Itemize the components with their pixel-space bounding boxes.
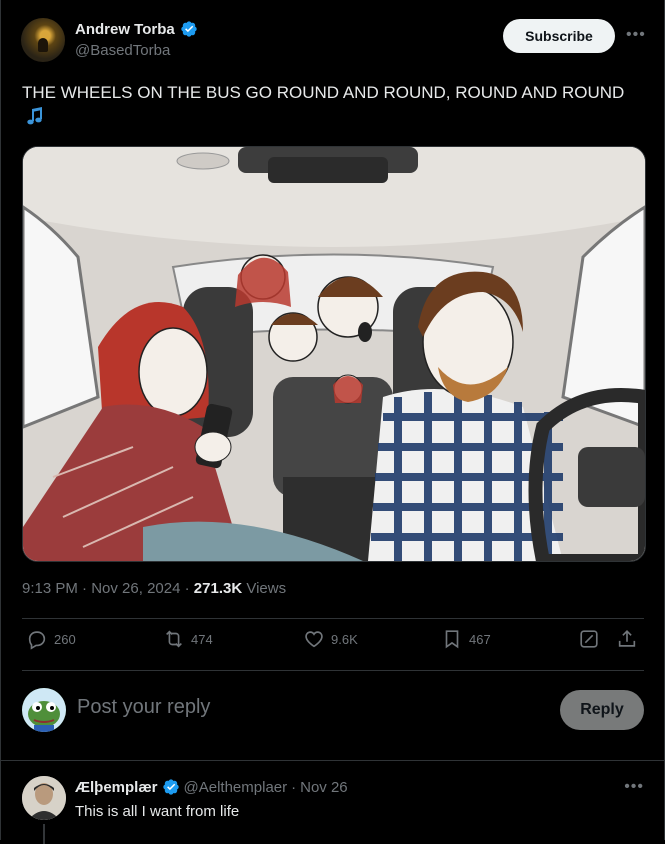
frog-avatar-icon (22, 688, 66, 732)
share-action[interactable] (616, 628, 638, 650)
bookmark-count: 467 (469, 631, 491, 647)
reply-count: 260 (54, 631, 76, 647)
reply-composer: Post your reply Reply (22, 688, 644, 734)
comment-date[interactable]: Nov 26 (300, 779, 348, 796)
divider (22, 670, 644, 671)
comment-text: This is all I want from life (75, 803, 240, 820)
more-icon[interactable]: ••• (626, 26, 646, 44)
author-display-name[interactable]: Andrew Torba (75, 21, 175, 38)
post-date[interactable]: Nov 26, 2024 (91, 580, 180, 597)
like-action[interactable]: 9.6K (303, 628, 358, 650)
commenter-avatar[interactable] (22, 776, 66, 820)
family-car-meme-image (23, 147, 645, 561)
commenter-handle[interactable]: @Aelthemplaer (184, 779, 288, 796)
author-avatar[interactable] (21, 18, 65, 62)
more-icon[interactable]: ••• (624, 778, 644, 796)
like-count: 9.6K (331, 631, 358, 647)
repost-action[interactable]: 474 (163, 628, 213, 650)
meta-separator: · (82, 580, 88, 597)
grok-icon (580, 630, 598, 648)
reply-icon (28, 631, 46, 650)
person-avatar-icon (22, 776, 66, 820)
meta-separator: · (184, 580, 190, 597)
divider (1, 760, 664, 761)
thread-line (43, 824, 45, 844)
subscribe-button[interactable]: Subscribe (503, 19, 615, 53)
verified-badge-icon (162, 779, 179, 795)
post-header: Andrew Torba @BasedTorba Subscribe ••• (21, 18, 646, 68)
post-actions: 260 474 9.6K 467 (22, 628, 644, 660)
share-icon (618, 630, 636, 647)
reply-post[interactable]: Ælþemplær @Aelthemplaer · Nov 26 This is… (22, 776, 644, 844)
views-count: 271.3K (193, 580, 243, 597)
repost-count: 474 (191, 631, 213, 647)
grok-action[interactable] (578, 628, 600, 650)
post-text-content: THE WHEELS ON THE BUS GO ROUND AND ROUND… (22, 83, 625, 102)
meta-separator: · (291, 778, 297, 796)
repost-icon (166, 630, 182, 648)
reply-button[interactable]: Reply (560, 690, 644, 730)
music-notes-icon (27, 107, 42, 125)
post-image[interactable] (22, 146, 646, 562)
post-meta: 9:13 PM · Nov 26, 2024 · 271.3K Views (22, 580, 286, 597)
verified-badge-icon (181, 21, 197, 37)
reply-input[interactable]: Post your reply (77, 696, 210, 719)
post-text: THE WHEELS ON THE BUS GO ROUND AND ROUND… (22, 80, 632, 132)
bookmark-action[interactable]: 467 (441, 628, 491, 650)
bookmark-icon (445, 630, 459, 649)
user-avatar[interactable] (22, 688, 66, 732)
reply-action[interactable]: 260 (26, 628, 76, 650)
heart-icon (305, 631, 323, 648)
author-handle[interactable]: @BasedTorba (75, 42, 170, 59)
author-name-row: Andrew Torba (75, 20, 198, 38)
post-time[interactable]: 9:13 PM (22, 580, 78, 597)
post-detail-panel: Andrew Torba @BasedTorba Subscribe ••• T… (0, 0, 665, 844)
commenter-display-name[interactable]: Ælþemplær (75, 779, 158, 796)
divider (22, 618, 644, 619)
views-label: Views (246, 580, 287, 597)
commenter-header: Ælþemplær @Aelthemplaer · Nov 26 (75, 778, 348, 796)
